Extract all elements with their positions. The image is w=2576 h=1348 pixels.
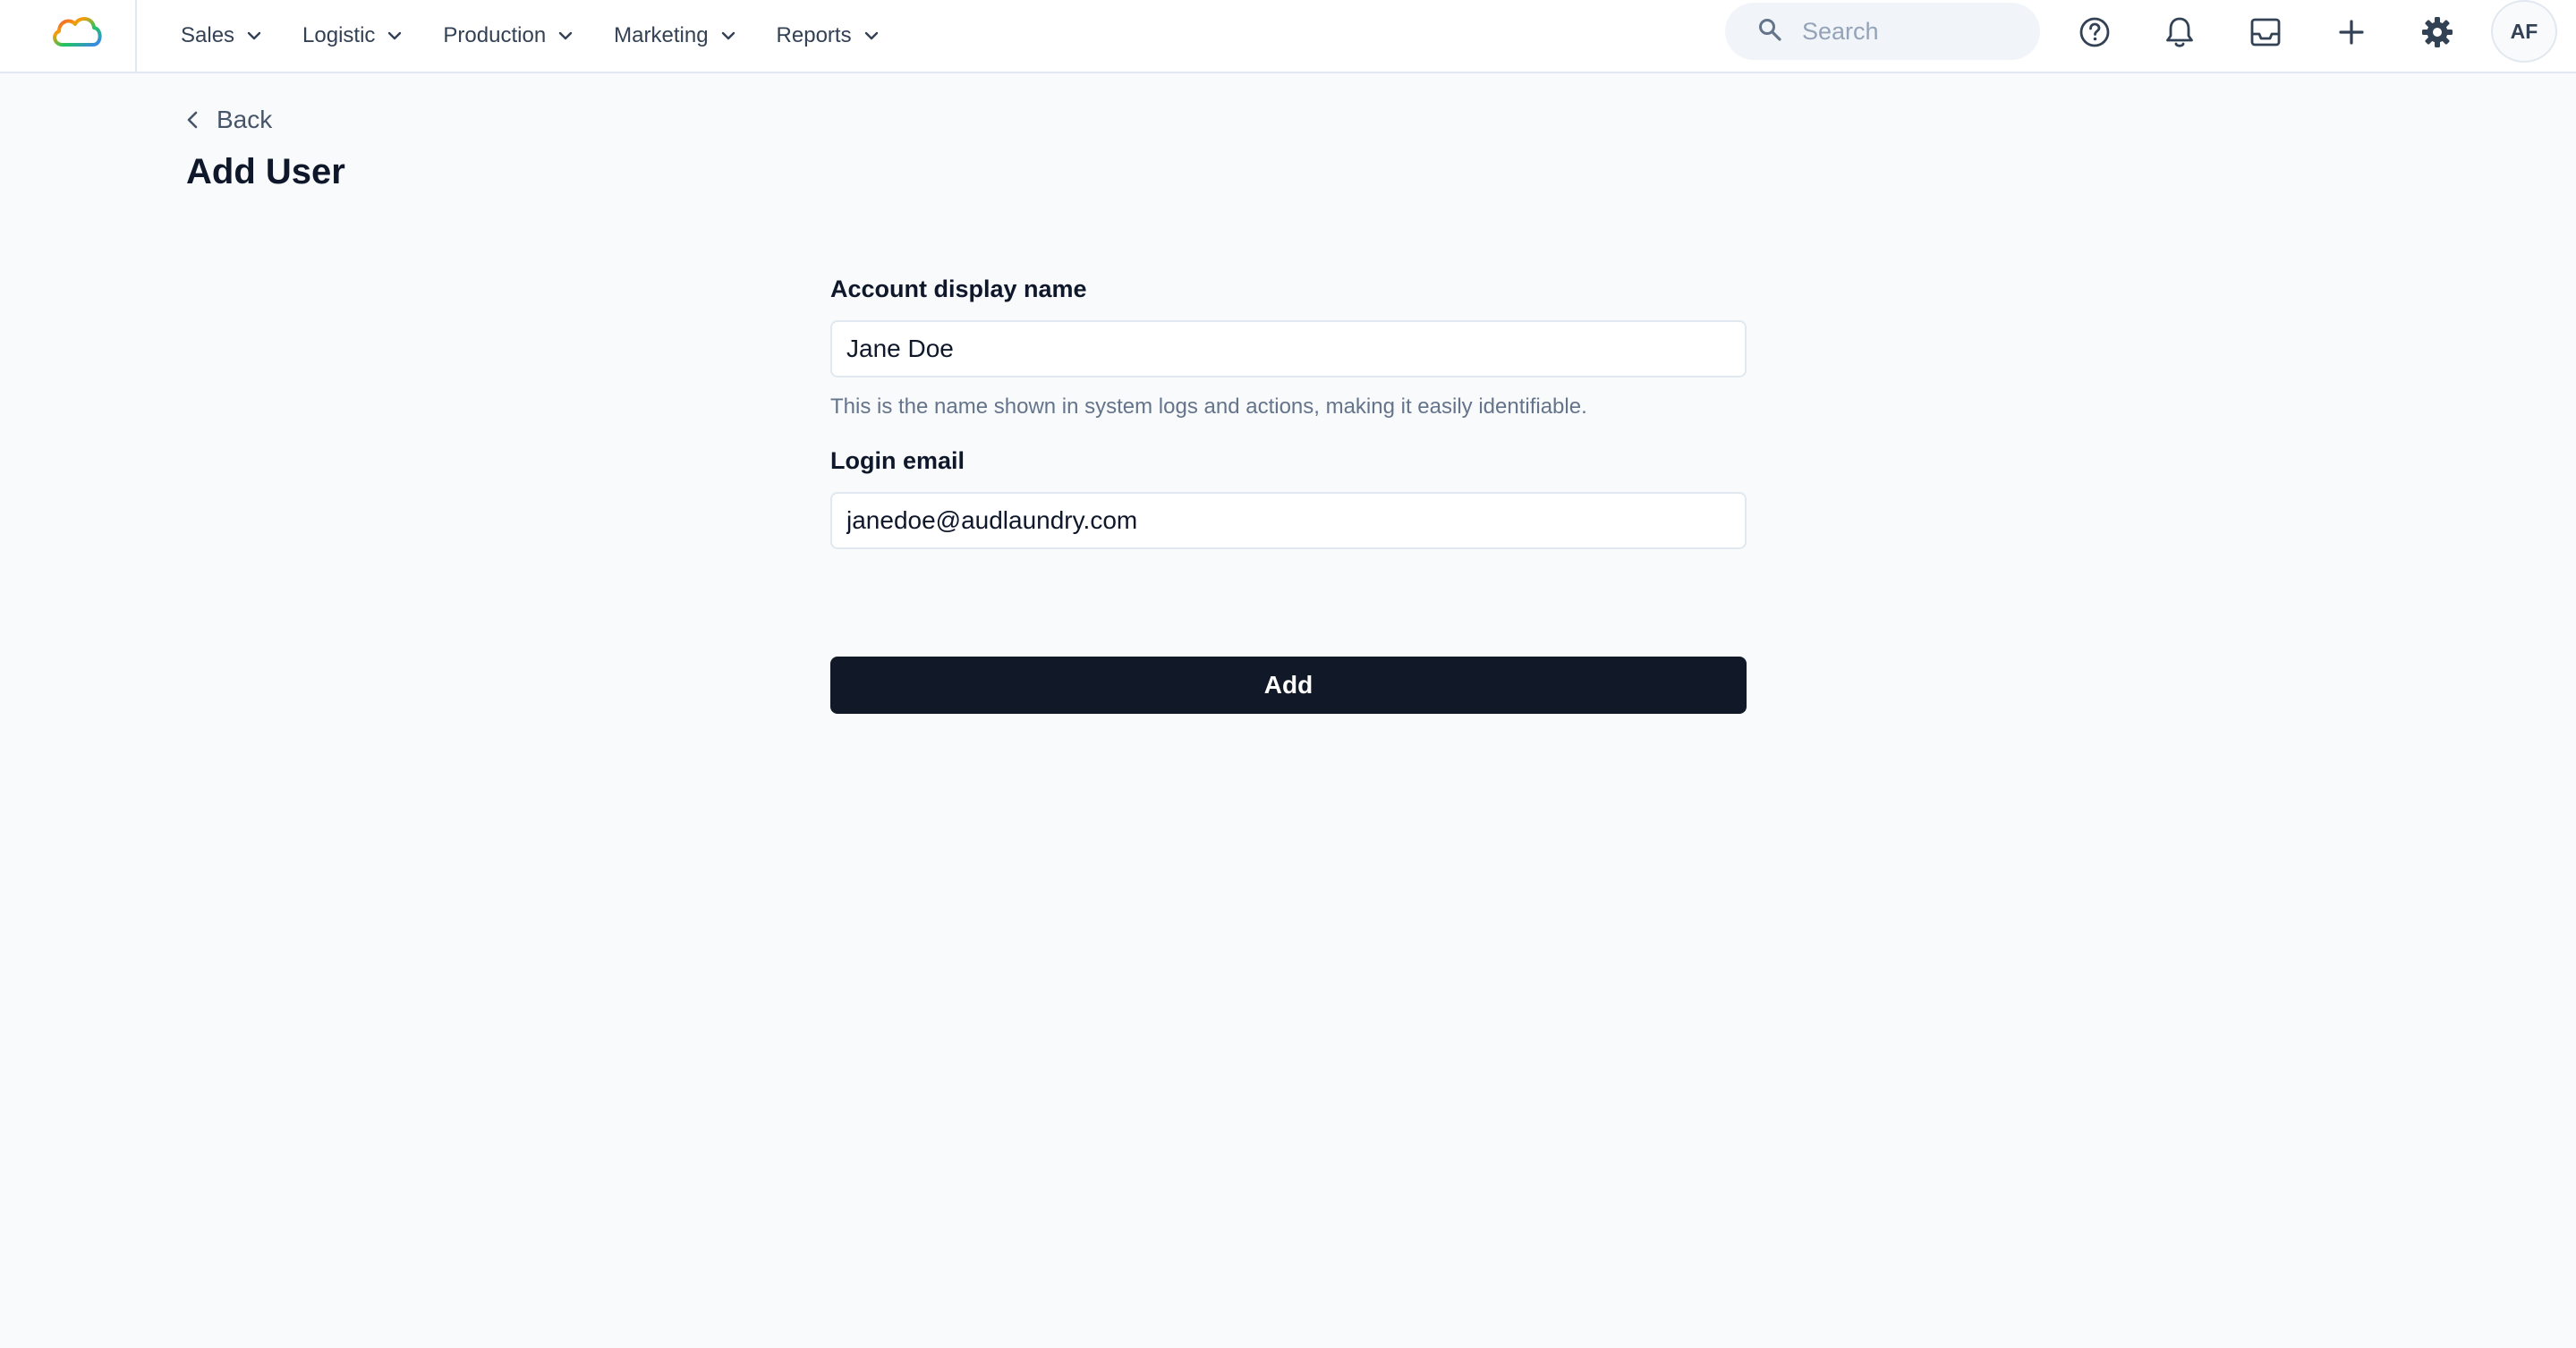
chevron-left-icon	[186, 110, 199, 130]
display-name-input[interactable]	[830, 320, 1747, 377]
chevron-down-icon	[247, 31, 261, 40]
help-icon[interactable]	[2075, 13, 2114, 52]
chevron-down-icon	[558, 31, 573, 40]
display-name-help: This is the name shown in system logs an…	[830, 394, 1587, 419]
nav-item-logistic[interactable]: Logistic	[302, 23, 402, 48]
nav-item-label: Sales	[181, 23, 235, 47]
add-button[interactable]: Add	[830, 657, 1747, 714]
back-label: Back	[217, 106, 273, 133]
logo-container	[0, 0, 137, 72]
cloud-logo-icon[interactable]	[48, 9, 106, 52]
nav-item-label: Marketing	[614, 23, 709, 47]
page-title: Add User	[186, 152, 345, 191]
gear-icon[interactable]	[2418, 13, 2457, 52]
search-input[interactable]	[1800, 16, 2015, 47]
top-navbar: Sales Logistic Production Marketing Repo…	[0, 0, 2576, 73]
nav-item-production[interactable]: Production	[443, 23, 573, 48]
avatar-initials: AF	[2510, 19, 2538, 43]
nav-item-label: Reports	[776, 23, 852, 47]
back-link[interactable]: Back	[186, 106, 272, 134]
avatar[interactable]: AF	[2491, 0, 2557, 63]
nav-item-marketing[interactable]: Marketing	[614, 23, 735, 48]
search-box[interactable]	[1725, 3, 2040, 60]
bell-icon[interactable]	[2160, 13, 2199, 52]
chevron-down-icon	[864, 31, 879, 40]
search-icon	[1757, 17, 1782, 47]
email-label: Login email	[830, 447, 965, 474]
email-group: Login email	[830, 440, 1747, 549]
plus-icon[interactable]	[2332, 13, 2371, 52]
display-name-label: Account display name	[830, 276, 1087, 302]
main-nav: Sales Logistic Production Marketing Repo…	[181, 0, 920, 72]
chevron-down-icon	[387, 31, 402, 40]
add-user-form: Account display name This is the name sh…	[830, 268, 1747, 549]
nav-item-label: Production	[443, 23, 547, 47]
chevron-down-icon	[721, 31, 735, 40]
nav-item-reports[interactable]: Reports	[777, 23, 879, 48]
email-input[interactable]	[830, 492, 1747, 549]
nav-item-sales[interactable]: Sales	[181, 23, 261, 48]
display-name-group: Account display name This is the name sh…	[830, 268, 1747, 420]
nav-item-label: Logistic	[302, 23, 376, 47]
inbox-icon[interactable]	[2246, 13, 2285, 52]
